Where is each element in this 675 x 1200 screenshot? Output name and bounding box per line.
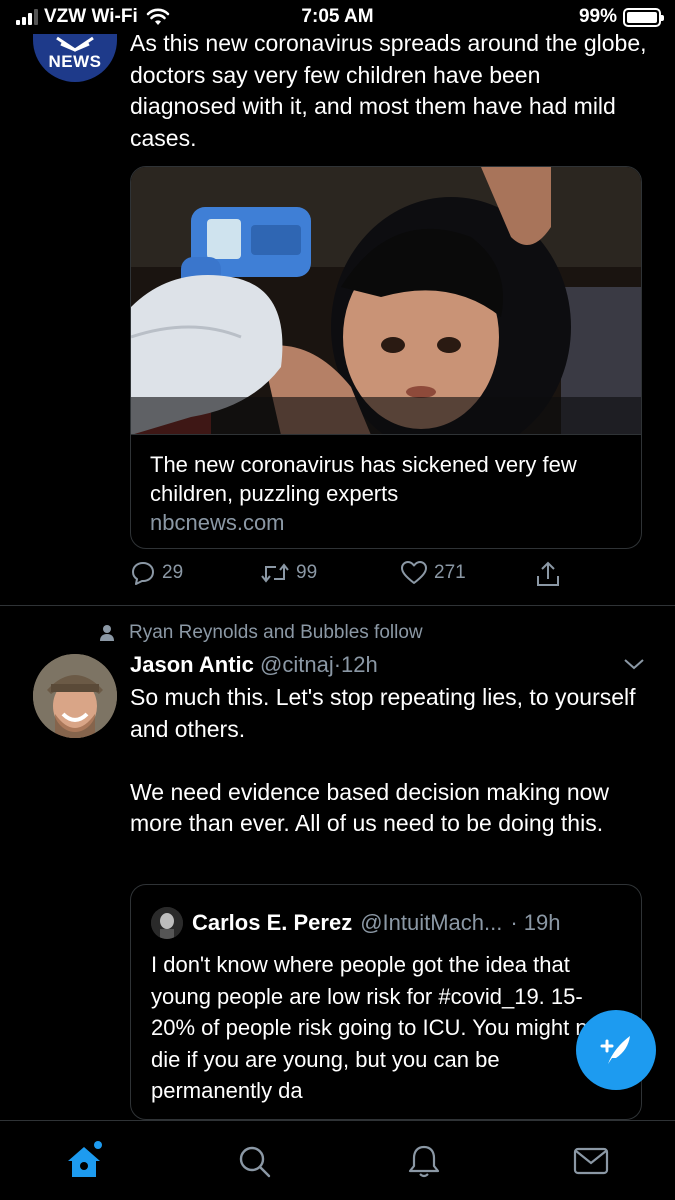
quoted-author-handle: @IntuitMach...	[360, 910, 503, 935]
battery-icon	[623, 7, 664, 27]
card-domain: nbcnews.com	[150, 510, 285, 535]
search-icon	[239, 1146, 271, 1178]
social-context-label: Ryan Reynolds and Bubbles follow	[129, 622, 423, 643]
quoted-avatar	[151, 907, 183, 939]
notifications-icon	[408, 1145, 440, 1178]
like-button[interactable]: 271	[400, 560, 466, 586]
retweet-count: 99	[296, 562, 318, 583]
battery-percent: 99%	[578, 6, 617, 27]
quoted-tweet-time: · 19h	[510, 910, 561, 935]
quoted-author-name: Carlos E. Perez	[192, 910, 353, 935]
tab-notifications[interactable]	[402, 1139, 446, 1183]
heart-icon	[401, 561, 427, 584]
card-body: The new coronavirus has sickened very fe…	[150, 450, 630, 538]
chevron-down-icon[interactable]	[623, 657, 645, 671]
tweet-text: So much this. Let's stop repeating lies,…	[130, 684, 636, 836]
avatar-label: NEWS	[48, 52, 102, 71]
tweet-time: 12h	[341, 652, 378, 677]
author-handle[interactable]: @citnaj	[260, 652, 334, 677]
tab-search[interactable]	[232, 1139, 276, 1183]
peacock-logo-icon	[56, 36, 94, 52]
status-right: 99%	[578, 6, 664, 28]
separator-dot: ·	[333, 652, 342, 677]
avatar-photo	[33, 654, 117, 738]
compose-tweet-button[interactable]	[576, 1010, 656, 1090]
link-card[interactable]: The new coronavirus has sickened very fe…	[130, 166, 642, 549]
tab-home[interactable]	[62, 1139, 106, 1183]
reply-count: 29	[162, 562, 184, 583]
card-title: The new coronavirus has sickened very fe…	[150, 452, 577, 506]
retweet-button[interactable]: 99	[260, 560, 317, 586]
retweet-icon	[261, 563, 289, 583]
reply-button[interactable]: 29	[130, 560, 183, 586]
tweet-actions: 29 99 271	[130, 560, 580, 592]
share-icon	[537, 561, 559, 586]
home-icon	[68, 1141, 102, 1177]
reply-icon	[132, 562, 154, 585]
person-icon	[100, 625, 114, 641]
quoted-avatar-photo	[151, 907, 183, 939]
user-avatar[interactable]	[33, 654, 117, 738]
bottom-tab-bar	[0, 1120, 675, 1200]
quoted-tweet-text: I don't know where people got the idea t…	[151, 952, 616, 1103]
like-count: 271	[434, 562, 466, 583]
tweet-text: As this new coronavirus spreads around t…	[130, 30, 647, 151]
clock: 7:05 AM	[301, 6, 374, 27]
quoted-tweet-header: Carlos E. Perez @IntuitMach... · 19h	[151, 907, 561, 939]
tweet-divider	[0, 605, 675, 606]
status-bar: VZW Wi-Fi 7:05 AM 99%	[0, 0, 675, 34]
child-temperature-photo	[131, 167, 641, 434]
quoted-tweet[interactable]: Carlos E. Perez @IntuitMach... · 19h I d…	[130, 884, 642, 1120]
compose-icon	[600, 1036, 630, 1064]
card-image	[131, 167, 641, 435]
author-name[interactable]: Jason Antic	[130, 652, 254, 677]
social-context[interactable]: Ryan Reynolds and Bubbles follow	[99, 622, 423, 644]
tab-messages[interactable]	[569, 1139, 613, 1183]
share-button[interactable]	[535, 560, 567, 588]
messages-icon	[573, 1147, 609, 1175]
tweet-header: Jason Antic @citnaj·12h	[130, 651, 378, 679]
